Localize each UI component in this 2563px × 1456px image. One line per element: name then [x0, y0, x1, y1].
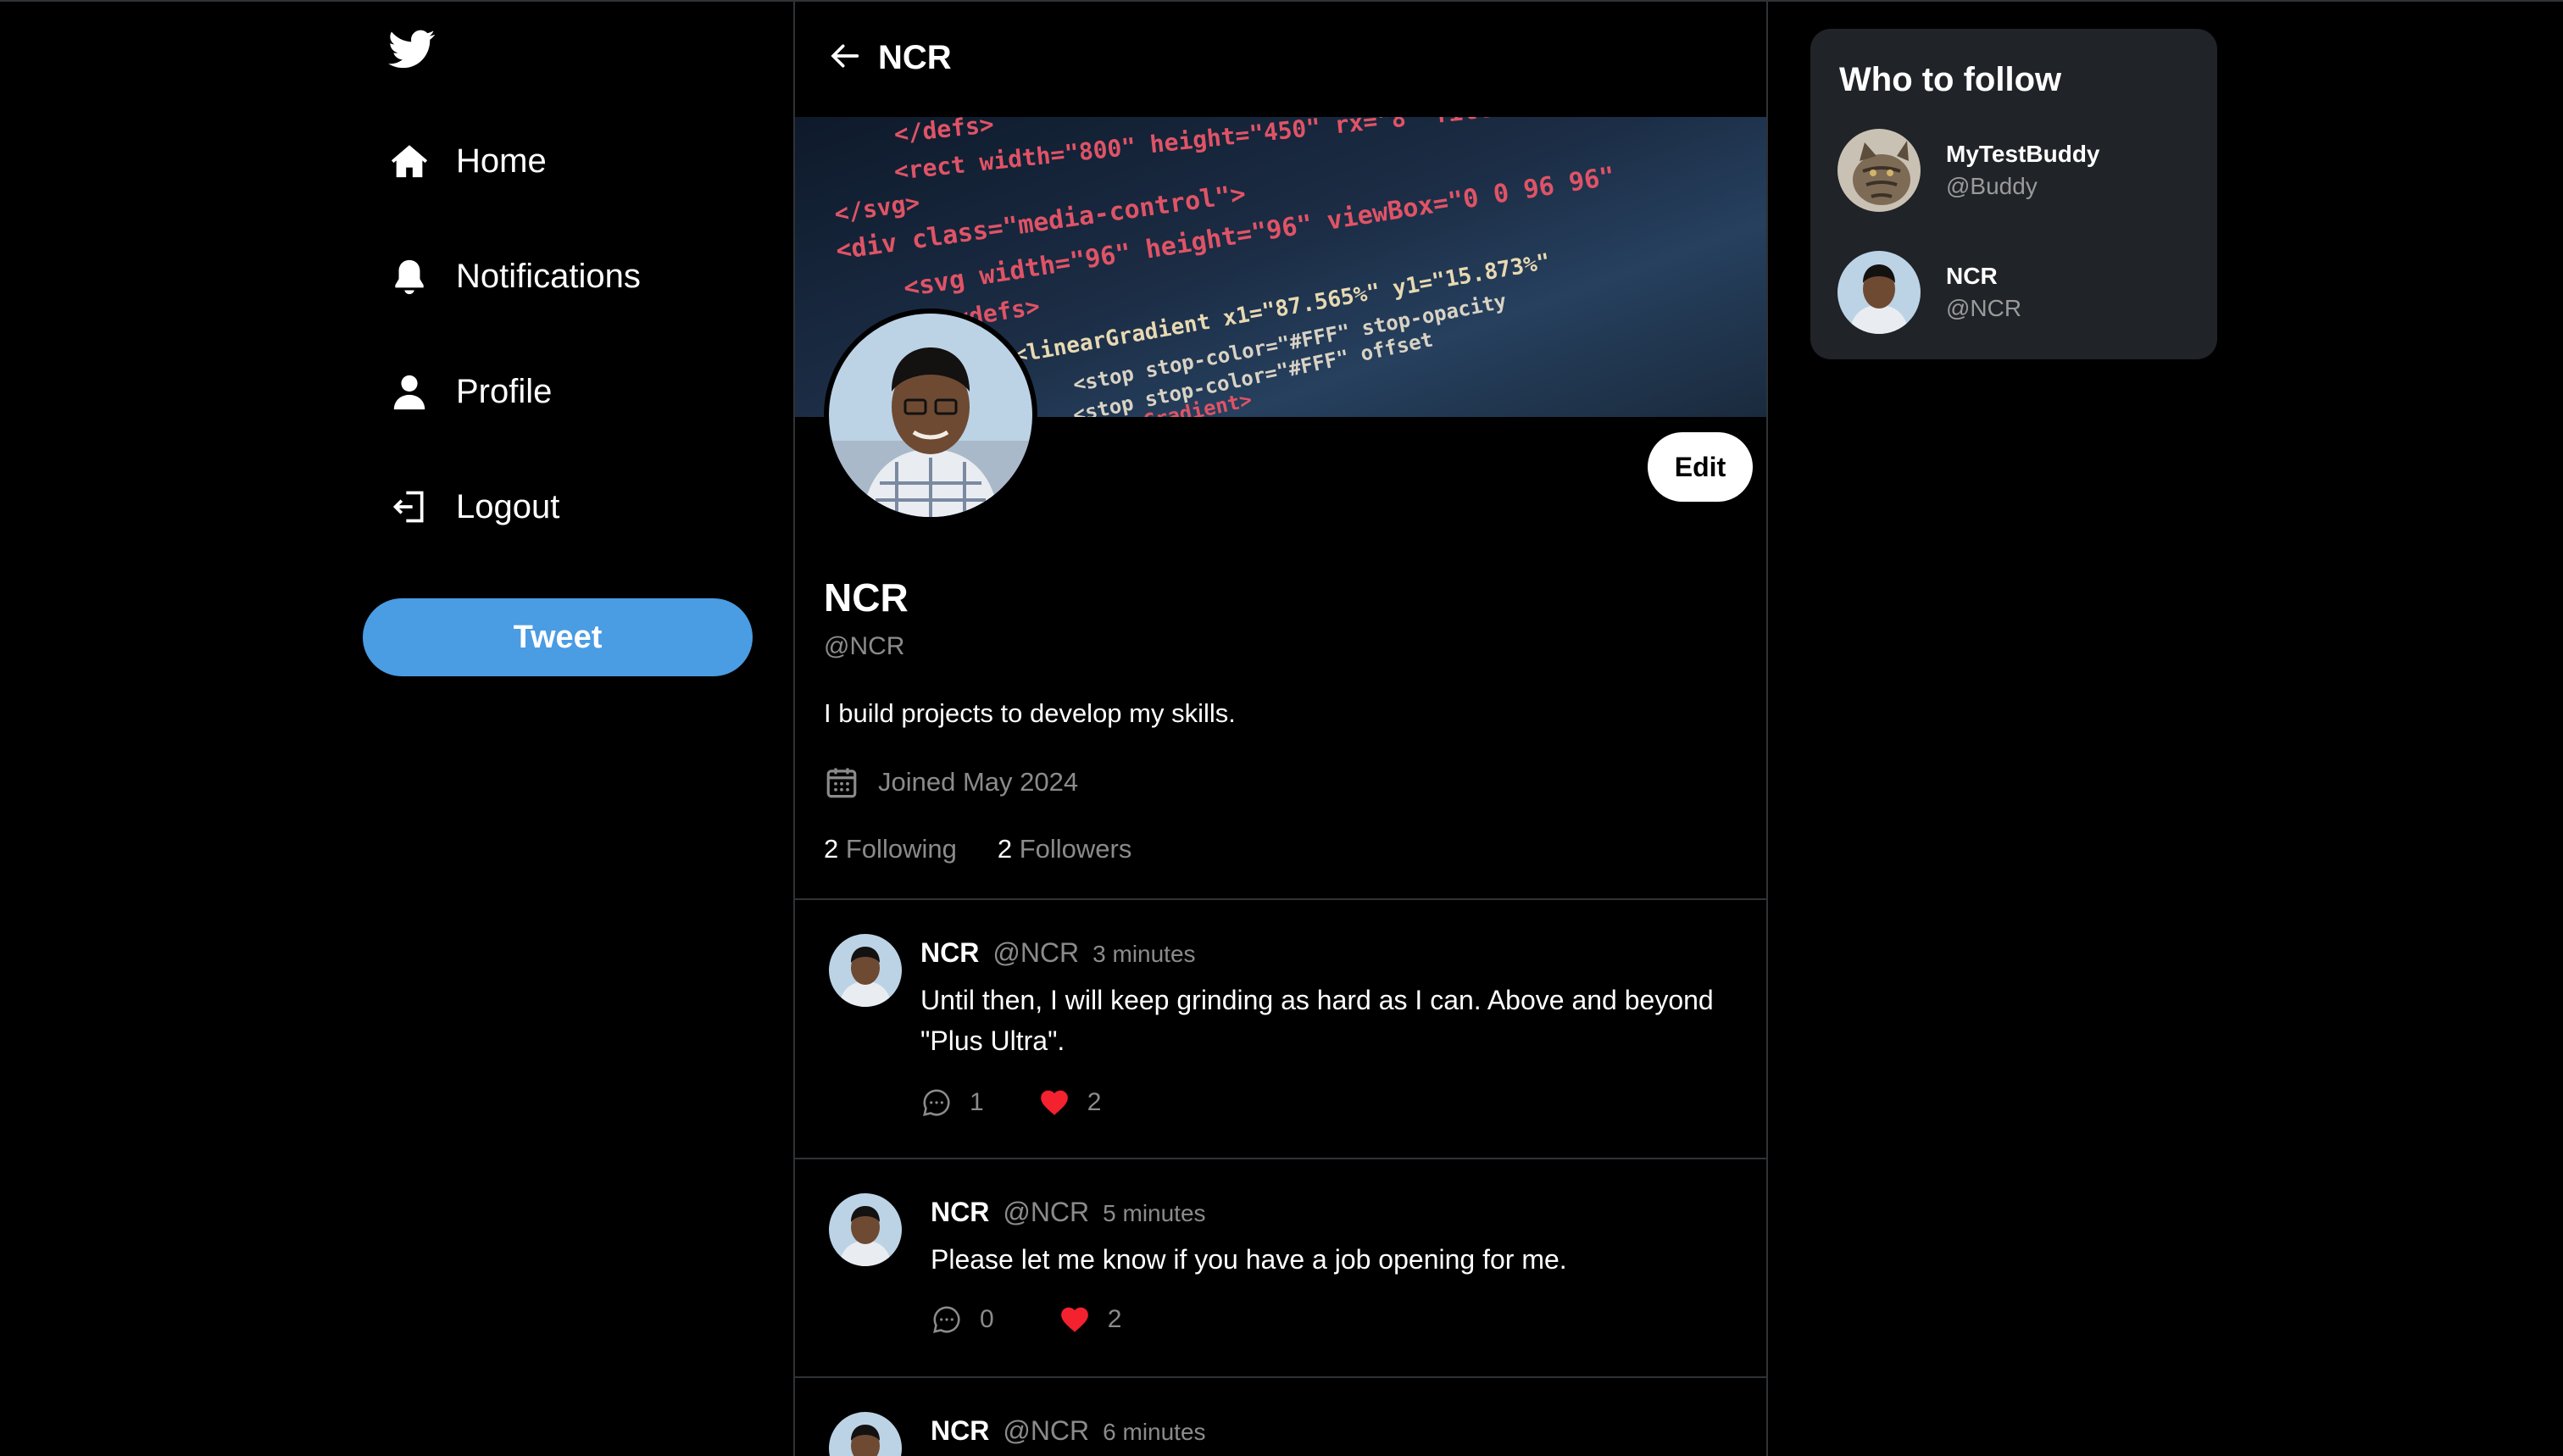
suggested-user[interactable]: NCR @NCR — [1837, 251, 2021, 334]
tweet-author-name[interactable]: NCR — [931, 1197, 989, 1228]
heart-icon — [1040, 1090, 1068, 1115]
followers-link[interactable]: 2 Followers — [998, 834, 1132, 864]
banner-line: <rect width="800" height="450" rx="8" fi… — [892, 117, 1768, 186]
comment-icon — [923, 1089, 950, 1116]
cat-avatar — [1837, 129, 1921, 212]
nav-home-label: Home — [456, 142, 547, 180]
calendar-icon — [826, 768, 857, 798]
profile-main: NCR </defs> <rect width="800" height="45… — [793, 0, 1768, 1456]
edit-profile-button[interactable]: Edit — [1648, 432, 1753, 502]
following-link[interactable]: 2 Following — [824, 834, 957, 864]
person-avatar — [1837, 251, 1921, 334]
tweet-text-line: "Plus Ultra". — [920, 1025, 1065, 1056]
profile-name: NCR — [824, 575, 909, 620]
divider — [795, 1158, 1766, 1159]
tweet-text: Until then, I will keep grinding as hard… — [920, 980, 1714, 1061]
tweet-author-handle: @NCR — [1003, 1415, 1090, 1446]
suggested-user[interactable]: MyTestBuddy @Buddy — [1837, 129, 2100, 212]
bell-icon — [388, 255, 431, 297]
like-count: 2 — [1087, 1088, 1102, 1116]
arrow-left-icon[interactable] — [829, 39, 868, 78]
home-icon — [388, 140, 431, 182]
tweet-header: NCR @NCR 6 minutes — [931, 1415, 1206, 1447]
divider — [795, 1376, 1766, 1378]
like-count: 2 — [1107, 1305, 1122, 1333]
suggested-user-name: NCR — [1946, 263, 1998, 289]
tweet-actions: 1 2 — [920, 1086, 1101, 1119]
suggested-user-name: MyTestBuddy — [1946, 141, 2100, 167]
logout-icon — [388, 486, 431, 528]
tweet-author-name[interactable]: NCR — [931, 1415, 989, 1447]
tweet-text-line: Until then, I will keep grinding as hard… — [920, 985, 1714, 1015]
tweet-author-name[interactable]: NCR — [920, 937, 979, 969]
comment-icon — [933, 1306, 960, 1333]
reply-count: 1 — [970, 1088, 984, 1116]
profile-avatar[interactable] — [824, 308, 1037, 522]
joined-date: Joined May 2024 — [824, 764, 1078, 800]
who-to-follow-card: Who to follow MyTestBuddy @Buddy NCR @NC… — [1810, 29, 2217, 359]
tweet-timestamp: 5 minutes — [1103, 1200, 1206, 1226]
tweet-avatar[interactable] — [829, 1412, 902, 1456]
reply-button[interactable]: 0 — [931, 1303, 994, 1336]
tweet-avatar[interactable] — [829, 934, 902, 1007]
followers-label: Followers — [1019, 834, 1132, 864]
follow-stats: 2 Following 2 Followers — [824, 834, 1172, 864]
reply-button[interactable]: 1 — [920, 1086, 984, 1119]
like-button[interactable]: 2 — [1038, 1086, 1102, 1119]
nav-profile[interactable]: Profile — [388, 361, 552, 422]
tweet-header: NCR @NCR 5 minutes — [931, 1197, 1206, 1228]
following-count: 2 — [824, 834, 839, 864]
tweet-text: Please let me know if you have a job ope… — [931, 1239, 1567, 1280]
nav-profile-label: Profile — [456, 372, 553, 410]
tweet-timestamp: 3 minutes — [1092, 941, 1196, 967]
tweet-actions: 0 2 — [931, 1303, 1121, 1336]
profile-bio: I build projects to develop my skills. — [824, 698, 1236, 728]
profile-handle: @NCR — [824, 632, 905, 660]
nav-logout-label: Logout — [456, 487, 560, 525]
like-button[interactable]: 2 — [1059, 1303, 1122, 1336]
tweet-header: NCR @NCR 3 minutes — [920, 937, 1196, 969]
reply-count: 0 — [980, 1305, 994, 1333]
page-title: NCR — [878, 39, 952, 76]
followers-count: 2 — [997, 834, 1013, 864]
divider — [795, 898, 1766, 900]
twitter-bird-icon[interactable] — [388, 25, 436, 73]
tweet-avatar[interactable] — [829, 1193, 902, 1266]
left-sidebar: Home Notifications Profile Logout Tweet — [363, 0, 770, 1456]
tweet-author-handle: @NCR — [1003, 1197, 1090, 1227]
banner-line: </svg> — [832, 188, 921, 228]
suggested-user-handle: @NCR — [1946, 295, 2022, 321]
nav-home[interactable]: Home — [388, 131, 547, 192]
following-label: Following — [845, 834, 957, 864]
tweet-author-handle: @NCR — [992, 937, 1080, 968]
tweet-text-line: Please let me know if you have a job ope… — [931, 1244, 1567, 1275]
nav-notifications-label: Notifications — [456, 257, 641, 295]
suggested-user-handle: @Buddy — [1946, 173, 2038, 199]
joined-text: Joined May 2024 — [878, 767, 1079, 797]
heart-icon — [1060, 1307, 1088, 1332]
nav-notifications[interactable]: Notifications — [388, 246, 641, 307]
user-icon — [388, 370, 431, 413]
nav-logout[interactable]: Logout — [388, 476, 559, 537]
tweet-button[interactable]: Tweet — [363, 598, 753, 676]
tweet-timestamp: 6 minutes — [1103, 1419, 1206, 1445]
banner-line: </defs> — [892, 117, 995, 148]
who-to-follow-title: Who to follow — [1839, 61, 2062, 98]
